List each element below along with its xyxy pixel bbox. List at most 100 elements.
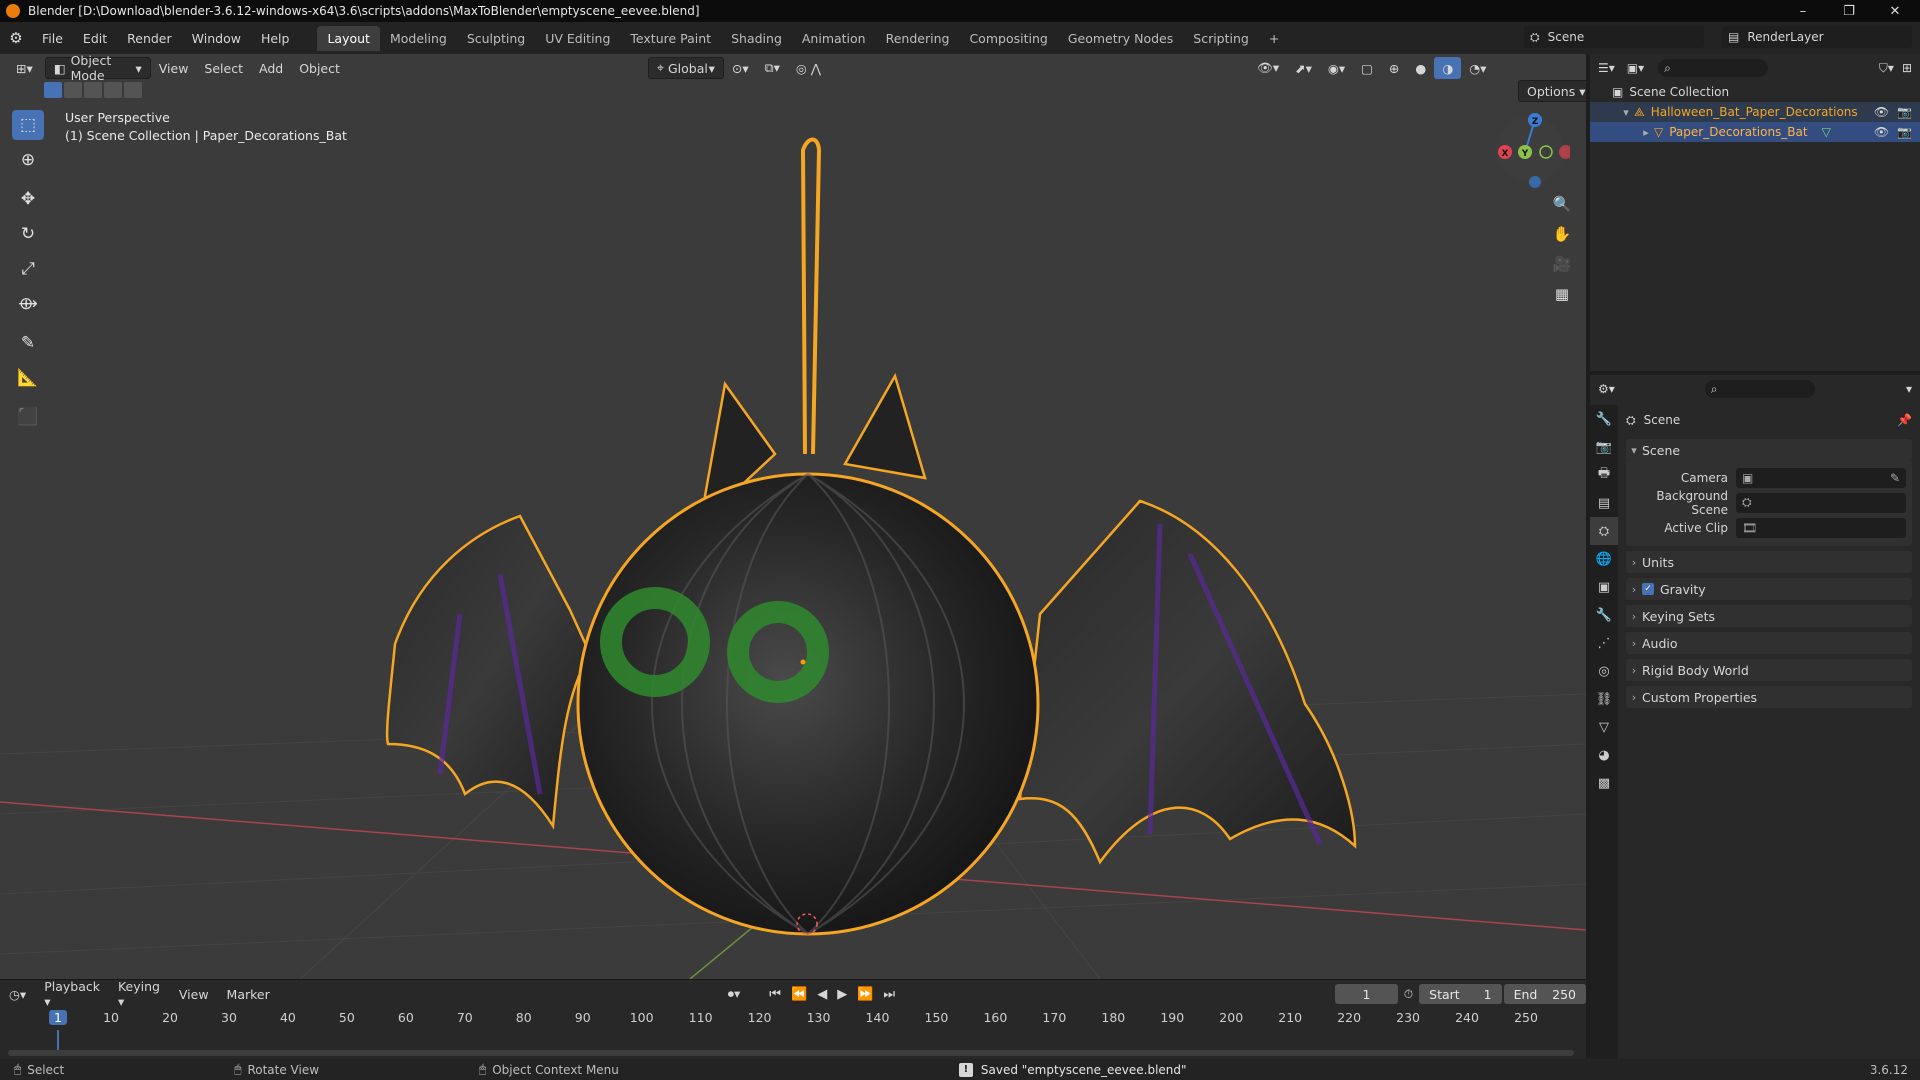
editor-type-icon[interactable]: ⊞▾ xyxy=(8,57,41,79)
tab-rendering[interactable]: Rendering xyxy=(876,26,960,51)
playhead-line[interactable] xyxy=(57,1030,59,1052)
rendered-shading-icon[interactable]: ◔▾ xyxy=(1461,57,1494,79)
world-tab-icon[interactable]: 🌐 xyxy=(1590,545,1618,573)
tab-texture-paint[interactable]: Texture Paint xyxy=(620,26,721,51)
rotate-tool-icon[interactable]: ↻ xyxy=(12,219,44,249)
scene-tab-icon[interactable]: ⛭ xyxy=(1590,517,1618,545)
timeline-scrollbar[interactable] xyxy=(8,1050,1574,1056)
select-intersect-icon[interactable] xyxy=(124,82,142,98)
menu-select[interactable]: Select xyxy=(196,57,251,79)
record-button[interactable]: ⏺▾ xyxy=(719,986,750,1002)
3d-viewport[interactable]: ⊞▾ ◧ Object Mode ▾ View Select Add Objec… xyxy=(0,54,1586,979)
camera-view-icon[interactable]: 🎥 xyxy=(1548,250,1576,278)
output-tab-icon[interactable]: 🖶 xyxy=(1590,461,1618,489)
scene-selector[interactable]: ⛭ Scene xyxy=(1524,26,1704,48)
hanging-string[interactable] xyxy=(800,137,822,455)
current-frame-field[interactable]: 1 xyxy=(1335,984,1398,1004)
zoom-icon[interactable]: 🔍 xyxy=(1548,190,1576,218)
panel-units[interactable]: › Units xyxy=(1626,551,1912,573)
xray-icon[interactable]: ▢ xyxy=(1353,57,1381,79)
scale-tool-icon[interactable]: ⤢ xyxy=(12,254,44,284)
tab-modeling[interactable]: Modeling xyxy=(380,26,457,51)
data-tab-icon[interactable]: ▽ xyxy=(1590,713,1618,741)
blender-menu-icon[interactable]: ⚙ xyxy=(0,29,32,47)
wireframe-shading-icon[interactable]: ⊕ xyxy=(1381,57,1407,79)
eyedropper-icon[interactable]: ✎ xyxy=(1890,471,1900,485)
select-extend-icon[interactable] xyxy=(64,82,82,98)
transform-orientation-dropdown[interactable]: ⌖ Global ▾ xyxy=(647,57,724,79)
outliner-row-bat[interactable]: ▸ ▽ Paper_Decorations_Bat ▽ 👁 📷 xyxy=(1590,122,1920,142)
material-preview-shading-icon[interactable]: ◑ xyxy=(1434,57,1462,79)
menu-marker[interactable]: Marker xyxy=(218,987,279,1002)
bat-right-ear[interactable] xyxy=(843,372,927,480)
solid-shading-icon[interactable]: ● xyxy=(1407,57,1434,79)
panel-rigid-body-world[interactable]: › Rigid Body World xyxy=(1626,659,1912,681)
modifiers-tab-icon[interactable]: 🔧 xyxy=(1590,601,1618,629)
tab-geometry-nodes[interactable]: Geometry Nodes xyxy=(1058,26,1183,51)
perspective-toggle-icon[interactable]: ▦ xyxy=(1548,280,1576,308)
view-layer-tab-icon[interactable]: ▤ xyxy=(1590,489,1618,517)
annotate-tool-icon[interactable]: ✎ xyxy=(12,328,44,358)
expand-arrow-icon[interactable]: ▾ xyxy=(1618,106,1634,119)
cursor-tool-icon[interactable]: ⊕ xyxy=(12,145,44,175)
tab-layout[interactable]: Layout xyxy=(317,25,380,51)
object-tab-icon[interactable]: ▣ xyxy=(1590,573,1618,601)
panel-keying-sets[interactable]: › Keying Sets xyxy=(1626,605,1912,627)
timeline-editor-type-icon[interactable]: ◷▾ xyxy=(0,987,35,1002)
minimize-button[interactable]: – xyxy=(1780,0,1826,22)
tab-animation[interactable]: Animation xyxy=(792,26,876,51)
chevron-down-icon[interactable]: ▾ xyxy=(1906,382,1912,396)
panel-scene-header[interactable]: ▾ Scene xyxy=(1626,439,1912,461)
menu-help[interactable]: Help xyxy=(251,31,300,46)
menu-timeline-view[interactable]: View xyxy=(170,987,218,1002)
select-subtract-icon[interactable] xyxy=(84,82,102,98)
viewport-scene[interactable] xyxy=(0,54,1586,979)
view-layer-selector[interactable]: ▤ RenderLayer xyxy=(1722,26,1912,48)
tab-scripting[interactable]: Scripting xyxy=(1183,26,1259,51)
outliner-search-input[interactable]: ⌕ xyxy=(1658,59,1769,77)
texture-tab-icon[interactable]: ▩ xyxy=(1590,769,1618,797)
frame-ruler[interactable]: 1 10 20 30 40 50 60 70 80 90 100 110 120 130 140 150 160… xyxy=(6,1010,1580,1052)
start-frame-field[interactable]: Start 1 xyxy=(1419,984,1502,1004)
maximize-button[interactable]: ❐ xyxy=(1826,0,1872,22)
tab-uv-editing[interactable]: UV Editing xyxy=(535,26,620,51)
outliner-editor-type-icon[interactable]: ☰▾ xyxy=(1598,61,1615,75)
object-mode-dropdown[interactable]: ◧ Object Mode ▾ xyxy=(44,54,151,83)
tab-shading[interactable]: Shading xyxy=(721,26,792,51)
tool-tab-icon[interactable]: 🔧 xyxy=(1590,405,1618,433)
menu-playback[interactable]: Playback ▾ xyxy=(35,979,109,1009)
camera-field[interactable]: ▣ ✎ xyxy=(1736,467,1906,488)
add-workspace-button[interactable]: + xyxy=(1259,26,1289,51)
menu-keying[interactable]: Keying ▾ xyxy=(109,979,170,1009)
panel-audio[interactable]: › Audio xyxy=(1626,632,1912,654)
next-keyframe-icon[interactable]: ⏩ xyxy=(857,987,873,1002)
tab-sculpting[interactable]: Sculpting xyxy=(457,26,535,51)
render-camera-icon[interactable]: 📷 xyxy=(1897,105,1912,119)
visibility-icon[interactable]: 👁▾ xyxy=(1249,57,1287,79)
add-cube-tool-icon[interactable]: ⬛ xyxy=(12,402,44,432)
expand-arrow-icon[interactable]: ▸ xyxy=(1638,126,1654,139)
menu-view[interactable]: View xyxy=(151,57,197,79)
tab-compositing[interactable]: Compositing xyxy=(959,26,1057,51)
move-tool-icon[interactable]: ✥ xyxy=(12,184,44,214)
end-frame-field[interactable]: End 250 xyxy=(1503,984,1586,1004)
jump-end-icon[interactable]: ⏭ xyxy=(883,987,895,1002)
close-button[interactable]: ✕ xyxy=(1872,0,1918,22)
bat-body-ball[interactable] xyxy=(576,472,1040,936)
pivot-point-icon[interactable]: ⊙▾ xyxy=(724,57,757,79)
physics-tab-icon[interactable]: ◎ xyxy=(1590,657,1618,685)
constraints-tab-icon[interactable]: ⛓ xyxy=(1590,685,1618,713)
pin-icon[interactable]: 📌 xyxy=(1897,413,1912,427)
gravity-checkbox[interactable]: ✓ xyxy=(1642,583,1654,595)
outliner-row-halloween[interactable]: ▾ ⟁ Halloween_Bat_Paper_Decorations 👁 📷 xyxy=(1590,102,1920,122)
playhead[interactable]: 1 xyxy=(49,1010,67,1025)
material-tab-icon[interactable]: ◕ xyxy=(1590,741,1618,769)
menu-file[interactable]: File xyxy=(32,31,73,46)
visibility-eye-icon[interactable]: 👁 xyxy=(1874,105,1889,119)
proportional-editing-icon[interactable]: ◎ ⋀ xyxy=(788,57,829,79)
menu-edit[interactable]: Edit xyxy=(73,31,117,46)
play-reverse-icon[interactable]: ◀ xyxy=(817,987,827,1002)
navigation-gizmo[interactable]: Z X Y xyxy=(1490,110,1570,190)
filter-icon[interactable]: ⛉▾ xyxy=(1879,61,1894,76)
menu-object[interactable]: Object xyxy=(291,57,348,79)
